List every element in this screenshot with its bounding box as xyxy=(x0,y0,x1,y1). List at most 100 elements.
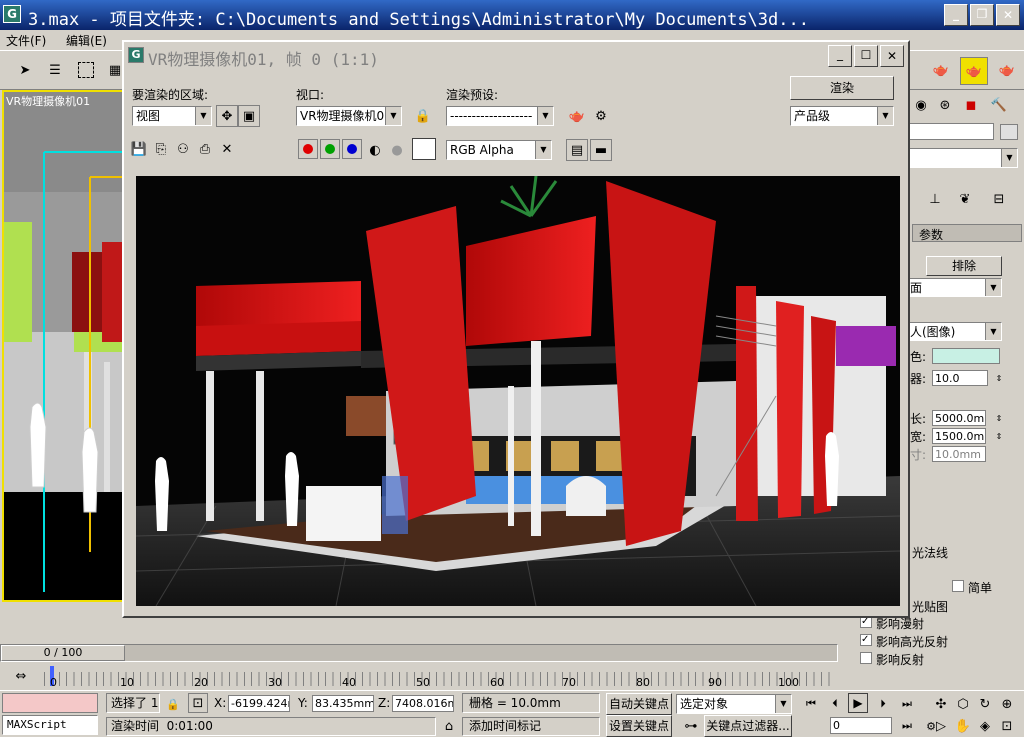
clone-window-icon[interactable]: ⚇ xyxy=(172,138,194,160)
monochrome-icon[interactable]: ● xyxy=(386,139,408,161)
maximize-button[interactable]: ❐ xyxy=(970,4,994,26)
render-maximize-button[interactable]: ☐ xyxy=(854,45,878,67)
motion-tab-icon[interactable]: ◼ xyxy=(960,94,982,116)
viewport-label[interactable]: VR物理摄像机01 xyxy=(6,93,90,109)
hierarchy-tab-icon[interactable]: ⊛ xyxy=(934,94,956,116)
y-coordinate-field[interactable]: 83.435mm xyxy=(312,695,374,712)
fullscreen-toggle-icon[interactable]: ▬ xyxy=(590,139,612,161)
absolute-mode-icon[interactable]: ⊡ xyxy=(188,693,208,713)
add-time-tag[interactable]: 添加时间标记 xyxy=(462,717,600,736)
color-swatch[interactable] xyxy=(412,138,436,160)
lock-icon[interactable]: 🔒 xyxy=(412,105,434,127)
green-channel-icon[interactable] xyxy=(320,139,340,159)
time-tag-icon[interactable]: ⌂ xyxy=(438,715,460,737)
clear-icon[interactable]: ✕ xyxy=(216,138,238,160)
render-minimize-button[interactable]: _ xyxy=(828,45,852,67)
z-coordinate-field[interactable]: 7408.016m xyxy=(392,695,454,712)
arc-rotate-icon[interactable]: ◈ xyxy=(974,715,996,737)
area-dropdown[interactable]: 视图 ▼ xyxy=(132,106,212,126)
x-coordinate-field[interactable]: -6199.424r xyxy=(228,695,290,712)
minimize-button[interactable]: _ xyxy=(944,4,968,26)
previous-frame-icon[interactable]: ⏴ xyxy=(824,693,846,715)
preset-dropdown[interactable]: ------------------- ▼ xyxy=(446,106,554,126)
length-label: 长: xyxy=(910,412,927,426)
exclude-button[interactable]: 排除 xyxy=(926,256,1002,276)
configure-sets-icon[interactable]: ⊟ xyxy=(988,188,1010,210)
simple-label: 简单 xyxy=(968,581,993,595)
region-select-icon[interactable] xyxy=(78,62,94,78)
close-button[interactable]: ✕ xyxy=(996,4,1020,26)
channel-dropdown[interactable]: RGB Alpha ▼ xyxy=(446,140,552,160)
menu-file[interactable]: 文件(F) xyxy=(6,32,46,49)
width-spinner-icon[interactable]: ⇕ xyxy=(988,425,1010,447)
utilities-tab-icon[interactable]: 🔨 xyxy=(988,94,1010,116)
set-key-button[interactable]: 设置关键点 xyxy=(606,715,672,737)
extents-icon[interactable]: ⊕ xyxy=(996,693,1018,715)
modifier-list[interactable]: ▼ xyxy=(904,148,1018,168)
red-channel-icon[interactable] xyxy=(298,139,318,159)
size-field[interactable]: 10.0mm xyxy=(932,446,986,462)
auto-region-icon[interactable]: ▣ xyxy=(238,105,260,127)
display-toggle-icon[interactable]: ▤ xyxy=(566,139,588,161)
curve-editor-icon[interactable]: ⇔ xyxy=(10,665,32,687)
auto-key-button[interactable]: 自动关键点 xyxy=(606,693,672,715)
select-by-name-icon[interactable]: ☰ xyxy=(44,59,66,81)
save-image-icon[interactable]: 💾 xyxy=(128,138,150,160)
zoom-icon[interactable]: ✣ xyxy=(930,693,952,715)
viewport-dropdown[interactable]: VR物理摄像机01 ▼ xyxy=(296,106,402,126)
render-image[interactable] xyxy=(136,176,900,606)
quick-render-icon[interactable]: 🫖 xyxy=(996,59,1018,81)
time-slider[interactable]: 0 / 100 xyxy=(0,644,838,662)
pan-icon[interactable]: ✋ xyxy=(952,715,974,737)
edit-region-icon[interactable]: ✥ xyxy=(216,105,238,127)
multiplier-field[interactable]: 10.0 xyxy=(932,370,988,386)
blue-channel-icon[interactable] xyxy=(342,139,362,159)
params-rollout-header[interactable]: 参数 xyxy=(912,224,1022,242)
current-frame-field[interactable]: 0 xyxy=(830,717,892,734)
viewport-camera[interactable]: VR物理摄像机01 xyxy=(2,90,126,602)
go-to-start-icon[interactable]: ⏮ xyxy=(800,693,822,715)
units-dropdown[interactable]: 人(图像) ▼ xyxy=(906,322,1002,341)
key-set-dropdown[interactable]: 选定对象 ▼ xyxy=(676,694,792,714)
render-setup-icon[interactable]: 🫖 xyxy=(566,105,588,127)
active-render-icon[interactable]: 🫖 xyxy=(960,57,988,85)
render-close-button[interactable]: ✕ xyxy=(880,45,904,67)
simple-checkbox[interactable] xyxy=(952,580,964,592)
length-field[interactable]: 5000.0mm xyxy=(932,410,986,426)
object-name-field[interactable] xyxy=(904,123,994,140)
select-arrow-icon[interactable]: ➤ xyxy=(14,59,36,81)
key-mode-toggle-icon[interactable]: ⏭ xyxy=(896,715,918,737)
next-frame-icon[interactable]: ⏵ xyxy=(872,693,894,715)
selection-lock-icon[interactable]: 🔒 xyxy=(162,693,184,715)
zoom-all-icon[interactable]: ⬡ xyxy=(952,693,974,715)
go-to-end-icon[interactable]: ⏭ xyxy=(896,693,918,715)
type-dropdown[interactable]: 面 ▼ xyxy=(906,278,1002,297)
play-viewport-icon[interactable]: ▷ xyxy=(930,715,952,737)
render-button[interactable]: 渲染 xyxy=(790,76,894,100)
play-icon[interactable]: ▶ xyxy=(848,693,868,713)
affect-reflect-checkbox[interactable] xyxy=(860,652,872,664)
width-field[interactable]: 1500.0mm xyxy=(932,428,986,444)
pin-stack-icon[interactable]: ⊥ xyxy=(924,188,946,210)
teapot-render-icon[interactable]: 🫖 xyxy=(930,59,952,81)
time-slider-thumb[interactable]: 0 / 100 xyxy=(1,645,125,661)
key-filters-button[interactable]: 关键点过滤器... xyxy=(704,715,792,737)
print-icon[interactable]: ⎙ xyxy=(194,138,216,160)
size-label: 寸: xyxy=(910,448,927,462)
quality-dropdown[interactable]: 产品级 ▼ xyxy=(790,106,894,126)
maximize-viewport-icon[interactable]: ⊡ xyxy=(996,715,1018,737)
spinner-arrows-icon[interactable]: ⇕ xyxy=(988,367,1010,389)
object-color-swatch[interactable] xyxy=(1000,124,1018,140)
affect-specular-checkbox[interactable]: ✓ xyxy=(860,634,872,646)
copy-image-icon[interactable]: ⎘ xyxy=(150,138,172,160)
modify-tab-icon[interactable]: ◉ xyxy=(910,94,932,116)
maxscript-listener[interactable]: MAXScript xyxy=(2,715,98,735)
menu-edit[interactable]: 编辑(E) xyxy=(66,32,107,49)
light-color-swatch[interactable] xyxy=(932,348,1000,364)
key-mode-icon[interactable]: ⊶ xyxy=(680,715,702,737)
orbit-icon[interactable]: ↻ xyxy=(974,693,996,715)
show-end-result-icon[interactable]: ❦ xyxy=(954,188,976,210)
environment-icon[interactable]: ⚙ xyxy=(590,105,612,127)
alpha-channel-icon[interactable]: ◐ xyxy=(364,139,386,161)
maxscript-listener-pink[interactable] xyxy=(2,693,98,713)
